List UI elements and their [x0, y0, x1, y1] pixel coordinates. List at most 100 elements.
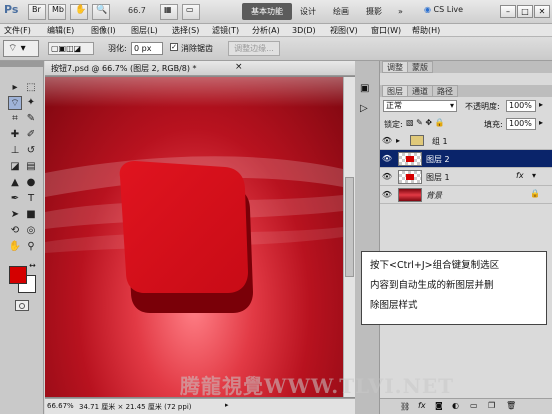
- delete-layer-icon[interactable]: 🗑: [506, 401, 516, 410]
- add-mask-icon[interactable]: ◙: [435, 401, 443, 410]
- clone-stamp-icon[interactable]: ⊥: [8, 144, 22, 158]
- mini-bridge-button[interactable]: Mb: [48, 4, 66, 20]
- menu-view[interactable]: 视图(V): [330, 25, 358, 37]
- menu-edit[interactable]: 编辑(E): [47, 25, 74, 37]
- type-tool-icon[interactable]: T: [24, 192, 38, 206]
- arrange-documents-icon[interactable]: ▦: [160, 4, 178, 20]
- actions-panel-icon[interactable]: ▷: [360, 103, 368, 114]
- new-layer-icon[interactable]: ❐: [488, 401, 495, 410]
- more-workspaces-icon[interactable]: »: [398, 3, 403, 20]
- quick-mask-icon[interactable]: [15, 300, 29, 311]
- workspace-design[interactable]: 设计: [300, 3, 316, 20]
- workspace-painting[interactable]: 绘画: [333, 3, 349, 20]
- hand-view-icon[interactable]: ✋: [70, 4, 88, 20]
- menu-3d[interactable]: 3D(D): [292, 25, 316, 37]
- expand-effects-icon[interactable]: ▾: [532, 171, 536, 180]
- layer-row-background[interactable]: 👁 背景 🔒: [380, 186, 552, 204]
- lasso-tool-icon[interactable]: ⌔: [8, 96, 22, 110]
- path-select-icon[interactable]: ➤: [8, 208, 22, 222]
- zoom-tool-icon[interactable]: ⚲: [24, 240, 38, 254]
- tool-preset-picker[interactable]: ⌔ ▾: [3, 40, 39, 57]
- layer-row-layer1[interactable]: 👁 图层 1 fx ▾: [380, 168, 552, 186]
- minimize-button[interactable]: –: [500, 5, 516, 18]
- menu-filter[interactable]: 滤镜(T): [212, 25, 239, 37]
- fill-arrow-icon[interactable]: ▸: [539, 118, 543, 127]
- visibility-eye-icon[interactable]: 👁: [380, 186, 394, 204]
- opacity-arrow-icon[interactable]: ▸: [539, 100, 543, 109]
- tab-layers[interactable]: 图层: [382, 85, 408, 97]
- collapsed-panel-strip: ▣ ▷: [355, 61, 380, 414]
- lock-icon: 🔒: [530, 189, 540, 198]
- menu-analysis[interactable]: 分析(A): [252, 25, 280, 37]
- lock-icons[interactable]: ▧ ✎ ✥ 🔒: [406, 118, 445, 127]
- visibility-eye-icon[interactable]: 👁: [380, 168, 394, 186]
- hand-tool-icon[interactable]: ✋: [8, 240, 22, 254]
- feather-input[interactable]: 0 px: [131, 42, 163, 55]
- status-zoom[interactable]: 66.67%: [47, 402, 74, 410]
- status-arrow-icon[interactable]: ▸: [225, 401, 229, 409]
- history-panel-icon[interactable]: ▣: [360, 83, 369, 94]
- menu-file[interactable]: 文件(F): [4, 25, 31, 37]
- menu-select[interactable]: 选择(S): [172, 25, 199, 37]
- vertical-scrollbar[interactable]: [343, 77, 355, 397]
- healing-brush-icon[interactable]: ✚: [8, 128, 22, 142]
- zoom-level[interactable]: 66.7: [128, 6, 146, 18]
- document-tab[interactable]: 按钮7.psd @ 66.7% (图层 2, RGB/8) * ×: [45, 61, 355, 76]
- close-document-icon[interactable]: ×: [235, 62, 243, 72]
- antialias-checkbox[interactable]: ✓: [170, 43, 178, 51]
- watermark: 腾龍視覺WWW.TLVI.NET: [180, 374, 455, 398]
- foreground-color-front[interactable]: [9, 266, 27, 284]
- workspace-photography[interactable]: 摄影: [366, 3, 382, 20]
- swap-colors-icon[interactable]: ↔: [29, 261, 36, 270]
- layer-row-group1[interactable]: 👁 ▸ 组 1: [380, 132, 552, 150]
- add-style-icon[interactable]: fx: [418, 401, 426, 410]
- close-button[interactable]: ✕: [534, 5, 550, 18]
- marquee-tool-icon[interactable]: ⬚: [24, 81, 38, 95]
- menu-layer[interactable]: 图层(L): [131, 25, 158, 37]
- bridge-button[interactable]: Br: [28, 4, 46, 20]
- 3d-orbit-icon[interactable]: ◎: [24, 224, 38, 238]
- tab-channels[interactable]: 通道: [407, 85, 433, 97]
- 3d-rotate-icon[interactable]: ⟲: [8, 224, 22, 238]
- dodge-tool-icon[interactable]: ●: [24, 176, 38, 190]
- screen-mode-icon[interactable]: ▭: [182, 4, 200, 20]
- opacity-input[interactable]: 100%: [506, 100, 536, 112]
- blend-mode-select[interactable]: 正常 ▾: [383, 100, 457, 112]
- tab-masks[interactable]: 蒙版: [407, 61, 433, 73]
- workspace-basic[interactable]: 基本功能: [242, 3, 292, 20]
- layer-name: 图层 1: [426, 173, 450, 182]
- visibility-eye-icon[interactable]: 👁: [380, 150, 394, 168]
- new-group-icon[interactable]: ▭: [470, 401, 478, 410]
- tab-paths[interactable]: 路径: [432, 85, 458, 97]
- zoom-view-icon[interactable]: 🔍: [92, 4, 110, 20]
- move-tool-icon[interactable]: ▸: [8, 81, 22, 95]
- layer-name: 组 1: [432, 137, 448, 146]
- selection-mode-icons[interactable]: ▢▣◫◪: [48, 42, 94, 55]
- refine-edge-button[interactable]: 调整边缘...: [228, 41, 280, 56]
- crop-tool-icon[interactable]: ⌗: [8, 112, 22, 126]
- menu-window[interactable]: 窗口(W): [371, 25, 401, 37]
- gradient-tool-icon[interactable]: ▤: [24, 160, 38, 174]
- eraser-tool-icon[interactable]: ◪: [8, 160, 22, 174]
- visibility-eye-icon[interactable]: 👁: [380, 132, 394, 150]
- menu-image[interactable]: 图像(I): [91, 25, 116, 37]
- canvas[interactable]: [45, 77, 343, 397]
- link-layers-icon[interactable]: ⛓: [400, 402, 410, 411]
- scrollbar-thumb[interactable]: [345, 177, 354, 277]
- eyedropper-tool-icon[interactable]: ✎: [24, 112, 38, 126]
- history-brush-icon[interactable]: ↺: [24, 144, 38, 158]
- brush-tool-icon[interactable]: ✐: [24, 128, 38, 142]
- menu-help[interactable]: 帮助(H): [412, 25, 440, 37]
- tab-adjustments[interactable]: 调整: [382, 61, 408, 73]
- adjustment-layer-icon[interactable]: ◐: [452, 401, 459, 410]
- cs-live-button[interactable]: ◉ CS Live: [424, 5, 482, 19]
- blur-tool-icon[interactable]: ▲: [8, 176, 22, 190]
- expand-arrow-icon[interactable]: ▸: [396, 136, 400, 145]
- layer-effects-badge[interactable]: fx: [516, 171, 524, 180]
- layer-row-layer2[interactable]: 👁 图层 2: [380, 150, 552, 168]
- fill-input[interactable]: 100%: [506, 118, 536, 130]
- pen-tool-icon[interactable]: ✒: [8, 192, 22, 206]
- shape-tool-icon[interactable]: ■: [24, 208, 38, 222]
- quick-select-tool-icon[interactable]: ✦: [24, 96, 38, 110]
- maximize-button[interactable]: □: [517, 5, 533, 18]
